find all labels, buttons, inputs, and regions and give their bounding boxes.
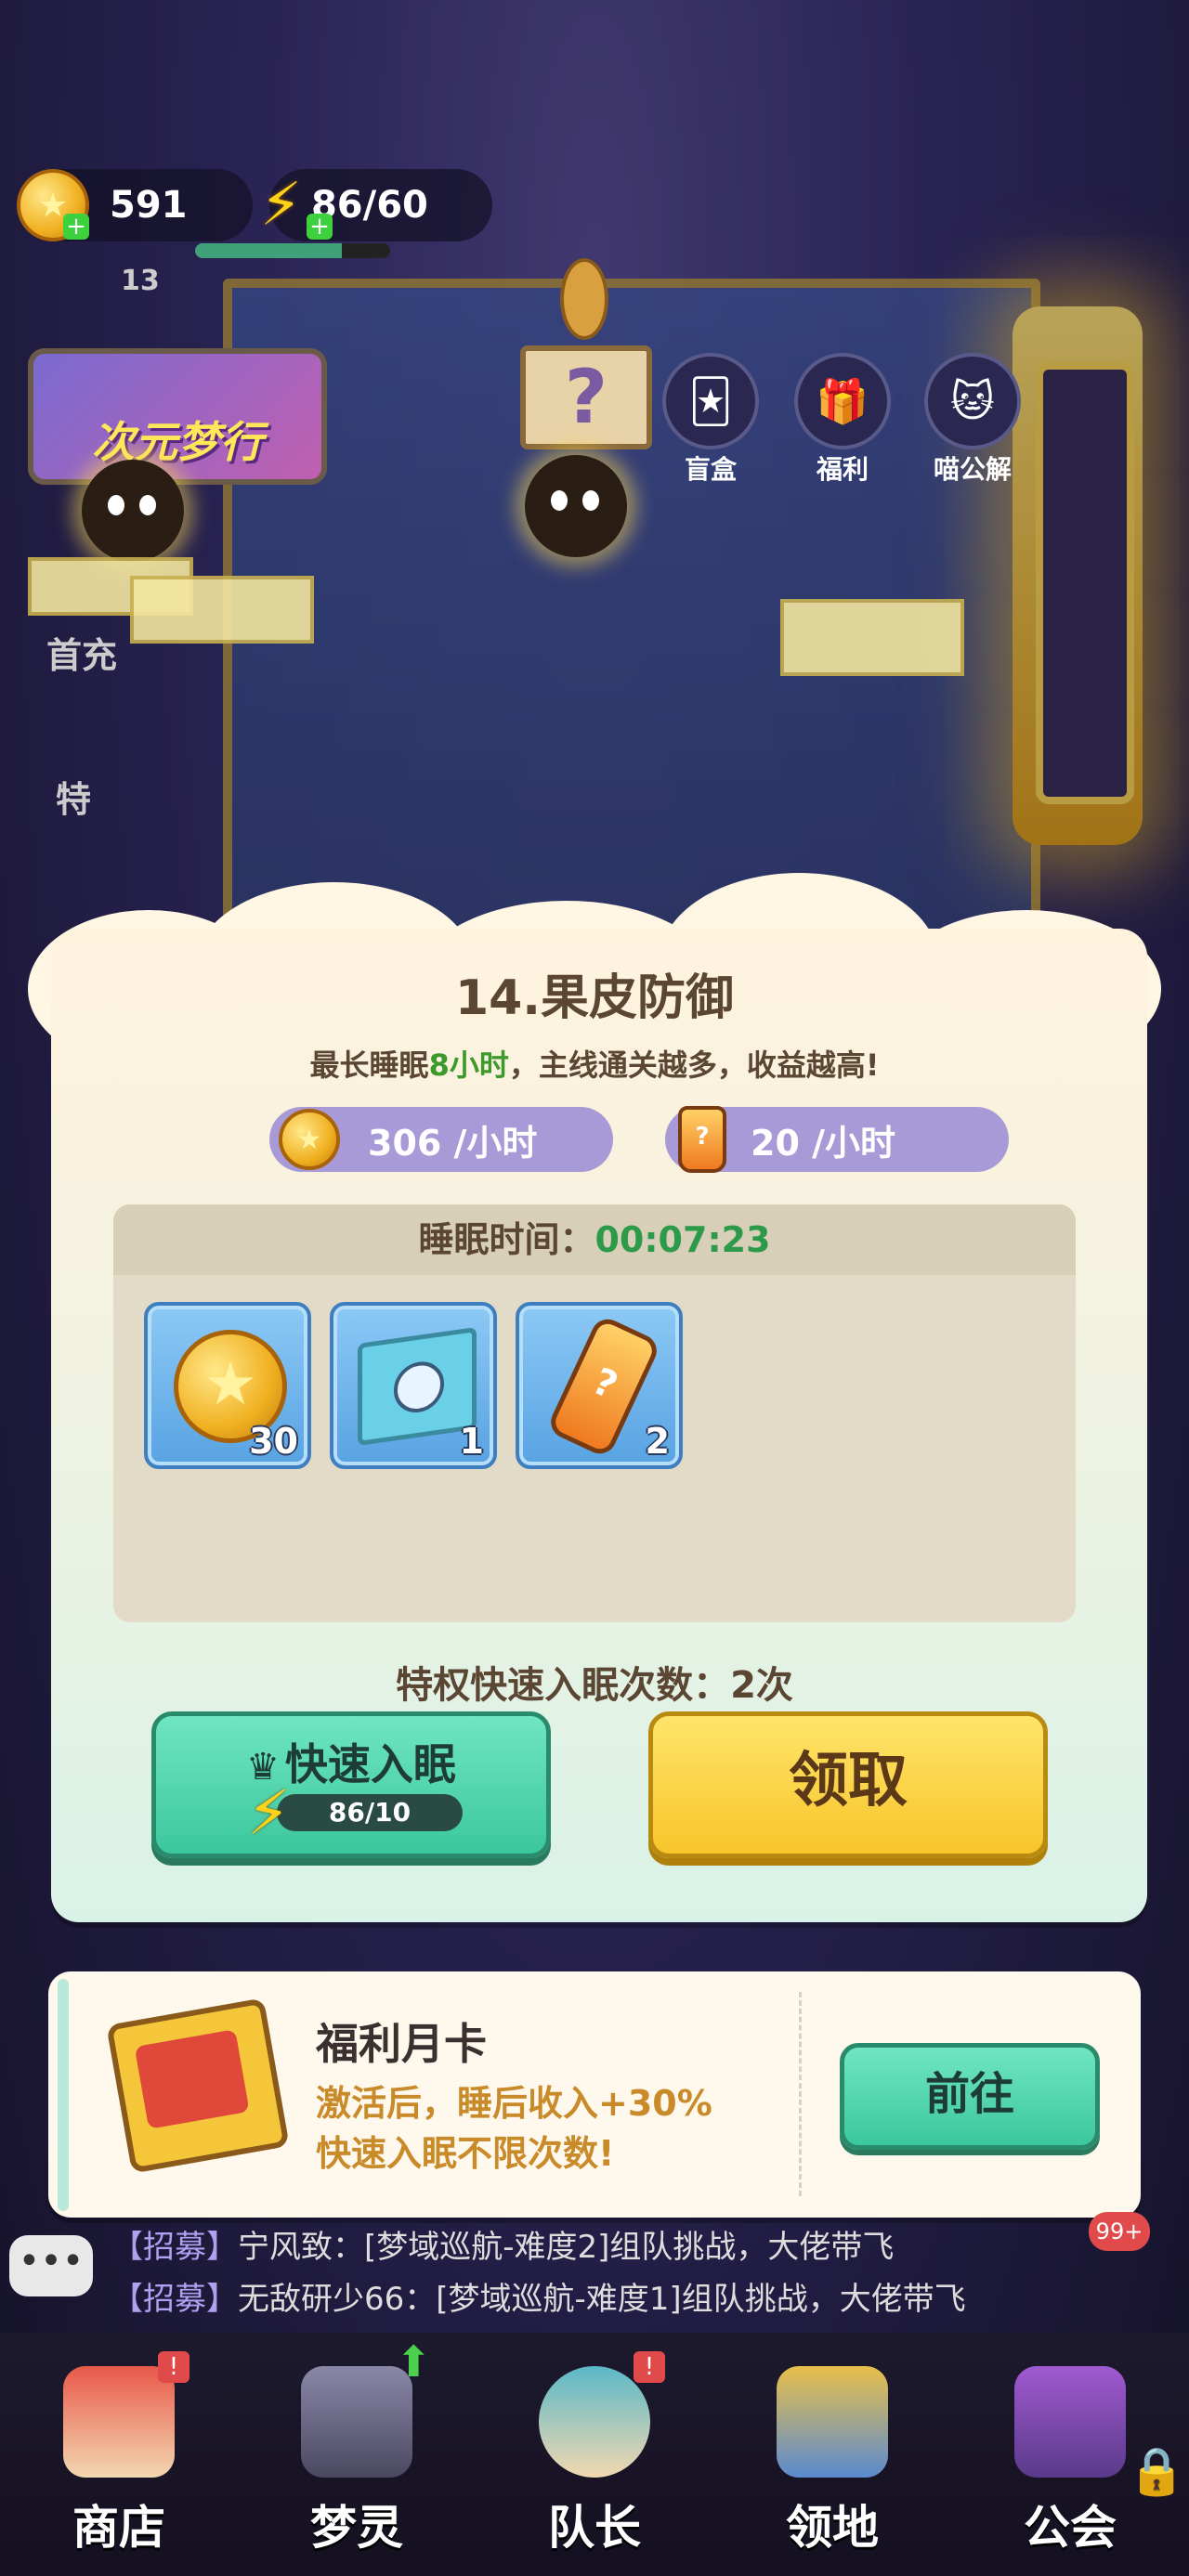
special-label[interactable]: 特 [56,771,91,822]
event-banner[interactable]: 次元梦行 [28,348,327,485]
reward-slots: 睡眠时间：00:07:23 ★ 30 1 2 [113,1204,1076,1622]
privilege-count-text: 特权快速入眠次数：2次 [396,1664,793,1707]
coin-rate-pill: ★ 306 /小时 [269,1107,613,1172]
nav-shop[interactable]: ! 商店 [0,2333,238,2576]
nav-label: 队长 [548,2501,641,2555]
mystery-box[interactable]: ? [520,345,652,449]
drink-rate-pill: 20 /小时 [665,1106,1009,1173]
alert-badge: ! [158,2351,189,2383]
drink-rate: 20 /小时 [751,1122,895,1164]
chat-message: 【招募】无敌研少66：[梦域巡航-难度1]组队挑战，大佬带飞 [111,2281,966,2318]
territory-icon [777,2366,888,2478]
monthly-card-desc: 激活后，睡后收入+30% 快速入眠不限次数! [316,2083,712,2174]
player-level: 13 [121,265,160,297]
ticket-icon [106,1997,290,2174]
nav-label: 领地 [786,2501,879,2555]
chat-unread-badge: 99+ [1089,2212,1150,2251]
reward-item[interactable]: ★ 30 [144,1302,311,1469]
add-coins-icon[interactable]: + [63,214,89,240]
nav-guild[interactable]: 🔒 公会 [951,2333,1189,2576]
lightning-icon: ⚡ [247,1777,291,1849]
bottom-nav: ! 商店 ⬆ 梦灵 ! 队长 领地 🔒 公会 [0,2333,1189,2576]
sleep-timer: 00:07:23 [594,1219,771,1260]
fast-sleep-label: 快速入眠 [284,1739,456,1789]
gift-icon: 🎁 [794,353,891,449]
bottle-icon [678,1106,726,1173]
monthly-card-promo: 福利月卡 激活后，睡后收入+30% 快速入眠不限次数! 前往 [48,1971,1141,2218]
claim-button[interactable]: 领取 [648,1711,1048,1858]
nav-territory[interactable]: 领地 [713,2333,951,2576]
glow-brick [130,576,314,644]
nav-captain[interactable]: ! 队长 [476,2333,713,2576]
nav-dream-spirit[interactable]: ⬆ 梦灵 [238,2333,476,2576]
first-charge-label[interactable]: 首充 [46,627,117,678]
event-banner-label: 次元梦行 [92,417,263,467]
sleep-time-header: 睡眠时间：00:07:23 [113,1204,1076,1275]
reward-item[interactable]: 1 [330,1302,497,1469]
blind-box-label: 盲盒 [684,454,737,485]
chat-bubble-icon[interactable]: ••• [9,2235,93,2296]
dark-blob-creature [525,455,627,557]
chat-ticker[interactable]: 【招募】宁风致：[梦域巡航-难度2]组队挑战，大佬带飞 【招募】无敌研少66：[… [0,2221,1189,2329]
monthly-card-title: 福利月卡 [316,2019,487,2069]
welfare-label: 福利 [816,454,869,485]
shop-icon [63,2366,175,2478]
alert-badge: ! [634,2351,665,2383]
fast-sleep-cost: 86/10 [277,1794,463,1831]
cat-button[interactable]: 🐱 喵公解 [921,353,1024,487]
add-energy-icon[interactable]: + [307,214,333,240]
welfare-button[interactable]: 🎁 福利 [791,353,894,487]
reward-item[interactable]: 2 [516,1302,683,1469]
fast-sleep-button[interactable]: ♛ 快速入眠 86/10 ⚡ [151,1711,551,1858]
glow-brick [780,599,964,676]
stage-title: 14.果皮防御 [454,970,735,1026]
cat-icon: 🐱 [924,353,1021,449]
upgrade-arrow-icon: ⬆ [396,2336,432,2387]
blind-box-icon: 🃏 [662,353,759,449]
hanging-coin [560,258,608,340]
coin-counter[interactable]: ★ 591 [17,169,253,241]
coin-amount: 591 [110,184,188,227]
reward-count: 2 [645,1421,670,1462]
blind-box-button[interactable]: 🃏 盲盒 [660,353,762,487]
nav-label: 梦灵 [310,2501,403,2555]
energy-progress-bar [195,243,390,258]
cat-label: 喵公解 [933,454,1012,485]
coin-rate: 306 /小时 [368,1122,538,1164]
captain-icon [539,2366,650,2478]
gold-coin-icon: ★ [279,1109,340,1170]
go-button[interactable]: 前往 [840,2043,1100,2150]
chat-message: 【招募】宁风致：[梦域巡航-难度2]组队挑战，大佬带飞 [111,2229,895,2266]
reward-count: 30 [249,1421,298,1462]
nav-label: 商店 [72,2501,165,2555]
energy-counter[interactable]: ⚡ 86/60 [260,169,492,241]
lightning-icon: ⚡ [260,171,302,240]
sleep-subtitle: 最长睡眠8小时，主线通关越多，收益越高! [309,1047,880,1083]
reward-count: 1 [459,1421,484,1462]
nav-label: 公会 [1024,2501,1117,2555]
dark-blob-creature [82,460,184,562]
guild-icon [1014,2366,1126,2478]
